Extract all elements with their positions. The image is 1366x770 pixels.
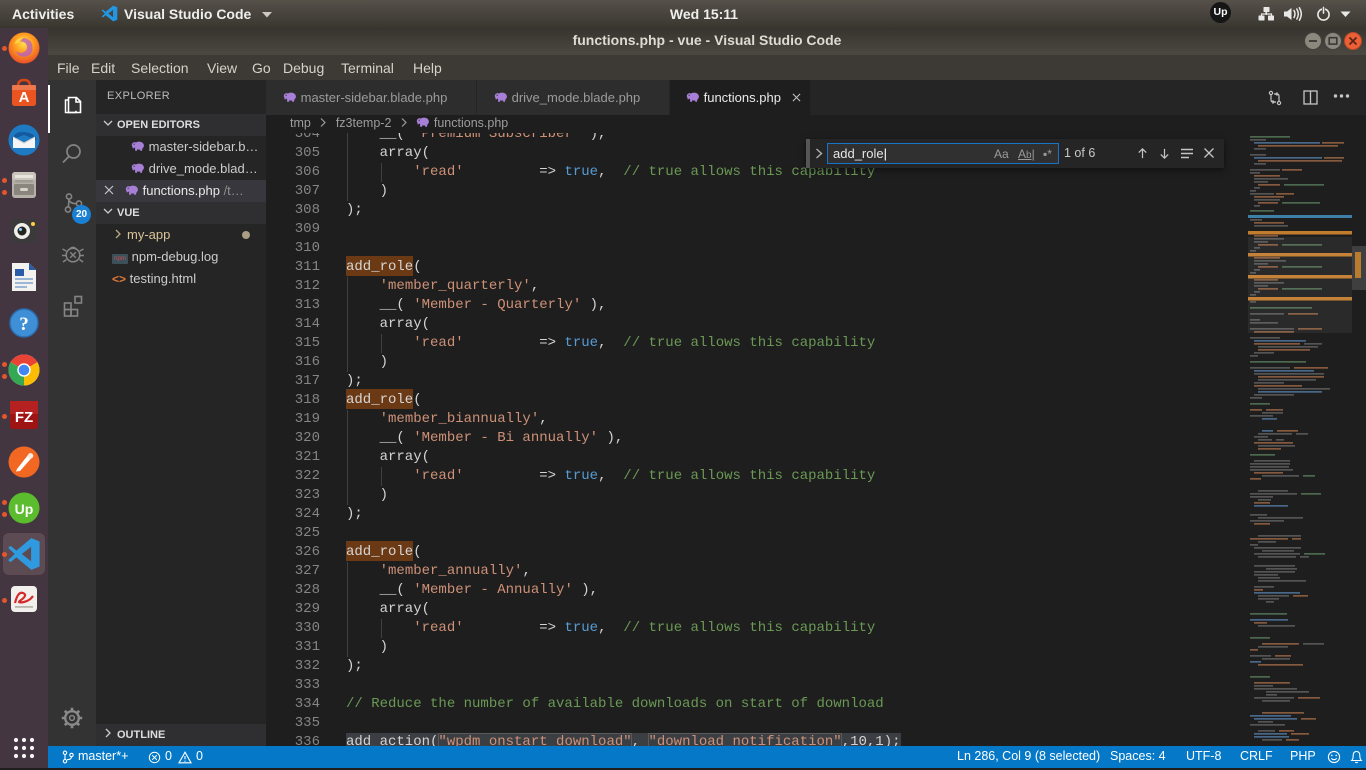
svg-text:Up: Up: [15, 501, 34, 517]
svg-text:FZ: FZ: [15, 409, 33, 426]
svg-text:?: ?: [19, 314, 29, 335]
svg-text:A: A: [19, 89, 30, 106]
